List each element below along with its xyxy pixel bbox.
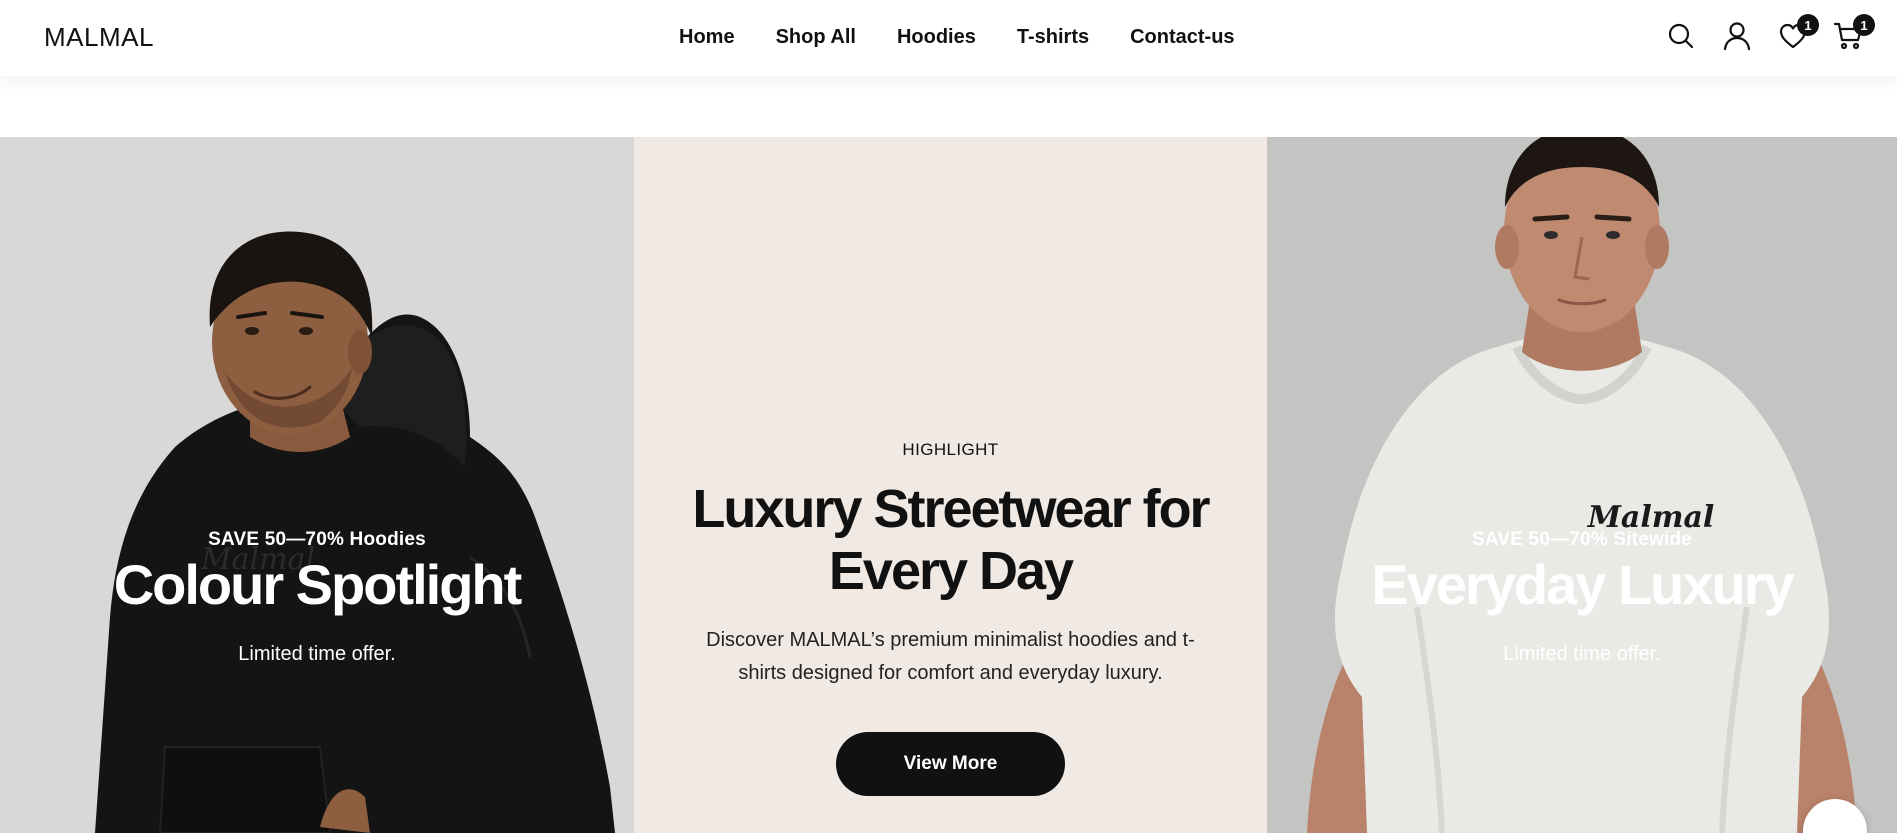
sitewide-promo-subtitle: Limited time offer. [1503, 643, 1661, 665]
account-button[interactable] [1721, 18, 1753, 54]
highlight-description: Discover MALMAL’s premium minimalist hoo… [706, 629, 1195, 684]
site-logo[interactable]: MALMAL [44, 22, 154, 53]
highlight-kicker: HIGHLIGHT [902, 440, 999, 459]
wishlist-count-badge: 1 [1797, 14, 1819, 36]
sitewide-promo: SAVE 50—70% Sitewide Everyday Luxury Lim… [1267, 529, 1897, 666]
nav-hoodies[interactable]: Hoodies [897, 26, 976, 49]
main-nav: Home Shop All Hoodies T-shirts Contact-u… [679, 26, 1235, 49]
site-header: MALMAL Home Shop All Hoodies T-shirts Co… [0, 0, 1897, 76]
hoodies-promo-subtitle: Limited time offer. [238, 643, 396, 665]
nav-t-shirts[interactable]: T-shirts [1017, 26, 1089, 49]
cart-count-badge: 1 [1853, 14, 1875, 36]
header-actions: 1 1 [1665, 14, 1875, 54]
hoodies-promo: SAVE 50—70% Hoodies Colour Spotlight Lim… [0, 529, 634, 666]
hoodies-promo-title: Colour Spotlight [113, 553, 523, 616]
highlight-title: Luxury Streetwear for Every Day [692, 479, 1210, 601]
view-more-button[interactable]: View More [836, 732, 1065, 796]
hero-panel-highlight: HIGHLIGHT Luxury Streetwear for Every Da… [634, 137, 1267, 833]
tshirt-model-image: Malmal [1267, 137, 1897, 833]
hero-panel-hoodies[interactable]: Malmal SAVE 50—70% Hoodies Colour Spotli… [0, 137, 634, 833]
cart-button[interactable]: 1 [1833, 14, 1875, 54]
hero-section: Malmal SAVE 50—70% Hoodies Colour Spotli… [0, 137, 1897, 833]
nav-shop-all[interactable]: Shop All [776, 26, 856, 49]
search-icon [1668, 23, 1694, 49]
nav-home[interactable]: Home [679, 26, 735, 49]
sitewide-promo-title: Everyday Luxury [1371, 553, 1794, 616]
hoodies-promo-kicker: SAVE 50—70% Hoodies [208, 529, 426, 550]
nav-contact-us[interactable]: Contact-us [1130, 26, 1234, 49]
search-button[interactable] [1665, 18, 1697, 54]
user-icon [1723, 22, 1751, 51]
highlight-content: HIGHLIGHT Luxury Streetwear for Every Da… [634, 440, 1267, 796]
wishlist-button[interactable]: 1 [1777, 14, 1819, 54]
hero-panel-sitewide[interactable]: Malmal SAVE 50—70% Sitewide Everyday Lux… [1267, 137, 1897, 833]
sitewide-promo-kicker: SAVE 50—70% Sitewide [1471, 529, 1693, 550]
hoodie-model-image: Malmal [95, 231, 615, 833]
